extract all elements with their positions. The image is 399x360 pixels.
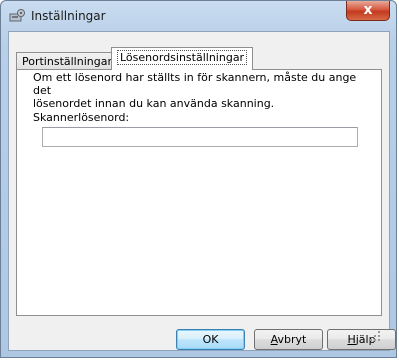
close-icon: x [363,2,373,18]
resize-grip-icon[interactable] [370,331,380,341]
cancel-button[interactable]: Avbryt [254,329,323,350]
window-title: Inställningar [31,9,106,23]
info-line-2: lösenordet innan du kan använda skanning… [33,97,275,110]
help-button[interactable]: Hjälp [327,329,396,350]
settings-gear-icon [9,9,25,22]
password-info-text: Om ett lösenord har ställts in för skann… [33,71,363,110]
password-input[interactable] [42,127,358,147]
info-line-1: Om ett lösenord har ställts in för skann… [33,71,357,97]
settings-dialog: Inställningar x Portinställningar Löseno… [0,0,397,358]
close-button[interactable]: x [346,1,390,21]
dialog-client-area: Portinställningar Lösenordsinställningar… [8,31,396,351]
tab-port-settings[interactable]: Portinställningar [16,52,118,69]
cancel-label-rest: vbryt [277,333,307,346]
tab-password-settings[interactable]: Lösenordsinställningar [111,47,254,70]
cancel-mnemonic: A [270,333,278,346]
password-label: Skannerlösenord: [33,111,130,124]
help-mnemonic: H [347,333,356,346]
title-bar[interactable]: Inställningar x [1,1,396,31]
tab-password-settings-label: Lösenordsinställningar [117,50,248,65]
ok-button[interactable]: OK [176,329,245,350]
